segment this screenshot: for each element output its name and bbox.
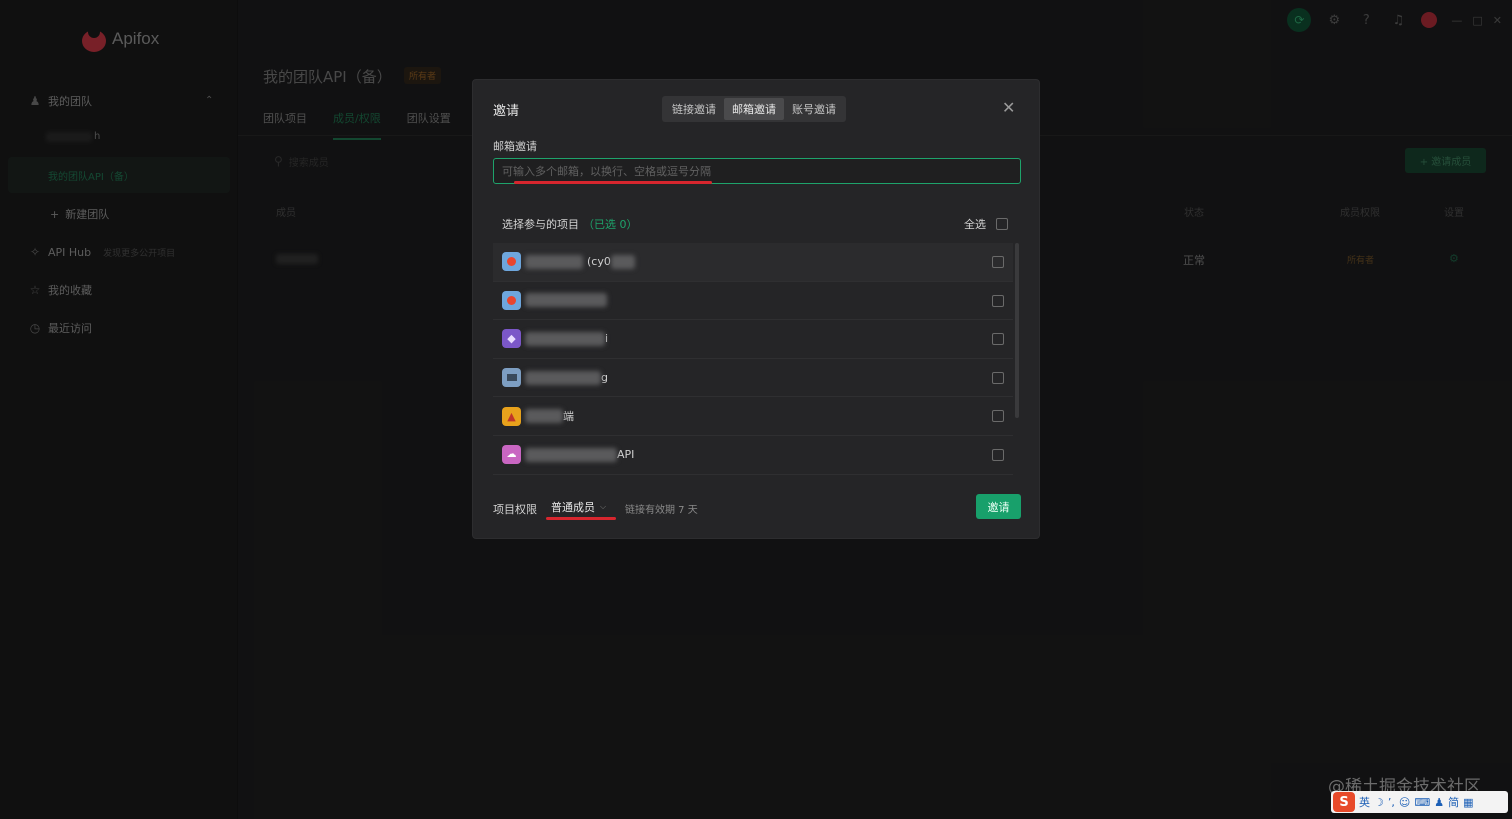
punctuation-icon[interactable]: ’, bbox=[1388, 796, 1395, 809]
project-checkbox[interactable] bbox=[992, 256, 1004, 268]
select-all-checkbox[interactable] bbox=[996, 218, 1008, 230]
project-name-suffix: i bbox=[605, 332, 609, 346]
kite-icon: ◆ bbox=[502, 329, 521, 349]
tab-link-invite[interactable]: 链接邀请 bbox=[664, 98, 724, 120]
email-invite-label: 邮箱邀请 bbox=[493, 140, 537, 153]
list-item[interactable]: ▲ 端 bbox=[493, 397, 1013, 436]
grid-icon[interactable]: ▦ bbox=[1463, 796, 1473, 809]
chevron-down-icon: ⌵ bbox=[600, 502, 607, 511]
project-name-suffix: g bbox=[601, 371, 608, 385]
blurred-project-name bbox=[610, 254, 635, 269]
moon-icon[interactable]: ☽ bbox=[1374, 796, 1384, 809]
blurred-project-name bbox=[525, 331, 605, 346]
close-icon[interactable]: ✕ bbox=[1002, 98, 1015, 117]
project-name-suffix: API bbox=[617, 448, 635, 462]
project-checkbox[interactable] bbox=[992, 294, 1004, 307]
list-item[interactable]: (cy0 bbox=[493, 243, 1013, 282]
ime-simplified-toggle[interactable]: 简 bbox=[1448, 794, 1459, 810]
keyboard-icon[interactable]: ⌨ bbox=[1414, 796, 1430, 809]
list-item[interactable]: ◆ i bbox=[493, 320, 1013, 359]
list-item[interactable]: g bbox=[493, 359, 1013, 398]
invite-modal: 邀请 链接邀请 邮箱邀请 账号邀请 ✕ 邮箱邀请 选择参与的项目（已选 0） 全… bbox=[472, 79, 1040, 539]
ime-toolbar: S 英 ☽ ’, ☺ ⌨ ♟ 简 ▦ bbox=[1331, 791, 1508, 813]
blurred-project-name bbox=[525, 254, 583, 269]
sogou-logo-icon[interactable]: S bbox=[1333, 792, 1355, 812]
blurred-project-name bbox=[525, 447, 617, 462]
permission-select[interactable]: 普通成员 ⌵ bbox=[547, 496, 617, 518]
blurred-project-name bbox=[525, 409, 563, 424]
projects-label: 选择参与的项目 （已选 0） bbox=[502, 218, 638, 231]
select-all-label: 全选 bbox=[964, 218, 986, 231]
planet-icon bbox=[502, 252, 521, 272]
list-item[interactable]: ☁ API bbox=[493, 436, 1013, 475]
cloud-icon: ☁ bbox=[502, 445, 521, 465]
permission-value: 普通成员 bbox=[551, 501, 595, 514]
permission-label: 项目权限 bbox=[493, 503, 537, 516]
planet-icon bbox=[502, 290, 521, 310]
red-underline-annotation bbox=[514, 181, 712, 184]
select-all[interactable]: 全选 bbox=[964, 216, 1008, 232]
box-icon bbox=[502, 368, 521, 388]
invite-button[interactable]: 邀请 bbox=[976, 494, 1021, 519]
red-underline-annotation bbox=[546, 517, 616, 520]
list-item[interactable] bbox=[493, 282, 1013, 321]
project-name-suffix: 端 bbox=[563, 410, 574, 424]
project-checkbox[interactable] bbox=[992, 371, 1004, 384]
link-expiry-text: 链接有效期 7 天 bbox=[625, 505, 698, 516]
project-checkbox[interactable] bbox=[992, 410, 1004, 423]
emoji-icon[interactable]: ☺ bbox=[1399, 796, 1410, 809]
blurred-project-name bbox=[525, 370, 601, 385]
blurred-project-name bbox=[525, 293, 607, 308]
project-list: (cy0 ◆ i g ▲ 端 ☁ API bbox=[493, 243, 1013, 475]
project-list-scrollbar[interactable] bbox=[1015, 243, 1019, 418]
user-icon[interactable]: ♟ bbox=[1434, 796, 1444, 809]
selected-count: （已选 0） bbox=[583, 218, 638, 231]
project-name-suffix: (cy0 bbox=[587, 255, 611, 269]
project-checkbox[interactable] bbox=[992, 448, 1004, 461]
modal-title: 邀请 bbox=[493, 104, 520, 119]
mountain-icon: ▲ bbox=[502, 406, 521, 426]
tab-email-invite[interactable]: 邮箱邀请 bbox=[724, 98, 784, 120]
tab-account-invite[interactable]: 账号邀请 bbox=[784, 98, 844, 120]
invite-method-tabs: 链接邀请 邮箱邀请 账号邀请 bbox=[662, 96, 846, 122]
project-checkbox[interactable] bbox=[992, 333, 1004, 346]
ime-lang-toggle[interactable]: 英 bbox=[1359, 794, 1370, 810]
